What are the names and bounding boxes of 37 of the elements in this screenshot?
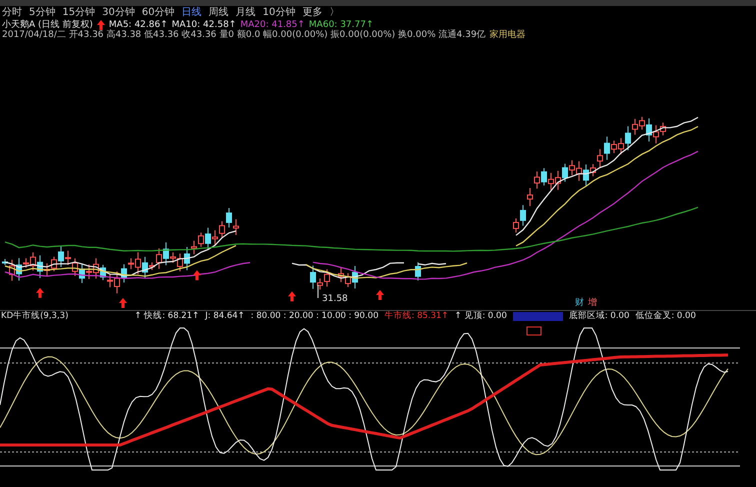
buy-signal-icon: [376, 290, 384, 300]
indicator-title: KD牛市线(9,3,3): [1, 311, 68, 322]
period-tab[interactable]: 周线: [208, 6, 229, 20]
indicator-value: 牛市线: 85.31↑: [384, 311, 449, 322]
buy-signal-icon: [119, 298, 127, 308]
period-tab[interactable]: 日线: [182, 6, 202, 20]
buy-signal-icon: [193, 270, 201, 280]
highlight-bar: [512, 312, 563, 321]
period-tab[interactable]: 15分钟: [62, 6, 96, 20]
period-tab[interactable]: 60分钟: [142, 6, 175, 20]
sector-label: 家用电器: [490, 30, 526, 40]
price-low-label: 31.58: [322, 294, 348, 304]
stock-name: 小天鹅A (日线 前复权): [2, 20, 93, 30]
indicator-value: ↑ 见顶: 0.00: [454, 311, 507, 322]
quote-detail: 2017/04/18/二 开43.36 高43.38 低43.36 收43.36 量0 额0.0 幅0.00(0.00%) 振0.00(0.00%) 换0.00% 流通4.39亿: [2, 30, 486, 40]
period-tab[interactable]: 月线: [236, 6, 256, 20]
period-tab[interactable]: 10分钟: [262, 6, 296, 20]
indicator-value: : 80.00 : 20.00 : 10.00 : 90.00: [250, 311, 378, 322]
period-tab[interactable]: 30分钟: [102, 6, 135, 20]
buy-signal-icon: [288, 291, 296, 302]
indicator-value: ↑ 快线: 68.21↑: [134, 311, 200, 322]
up-arrow-icon: [96, 20, 105, 30]
indicator-value: 低位金叉: 0.00: [635, 311, 696, 322]
period-tab[interactable]: 分时: [2, 6, 22, 20]
more-arrow[interactable]: 〉: [329, 6, 340, 20]
buy-signal-icon: [36, 288, 44, 298]
moving-average-value: MA20: 41.85↑: [240, 20, 305, 30]
signal-marker: [526, 326, 542, 336]
moving-average-value: MA5: 42.86↑: [108, 20, 168, 30]
indicator-value: J: 84.64↑: [205, 311, 245, 322]
moving-average-value: MA60: 37.77↑: [308, 20, 374, 30]
chart-marker: 财: [575, 298, 584, 308]
period-tab[interactable]: 5分钟: [29, 6, 56, 20]
indicator-value: 底部区域: 0.00: [568, 311, 630, 322]
period-tab[interactable]: 更多: [302, 6, 322, 20]
moving-average-value: MA10: 42.58↑: [172, 20, 236, 30]
chart-marker: 增: [588, 298, 597, 308]
